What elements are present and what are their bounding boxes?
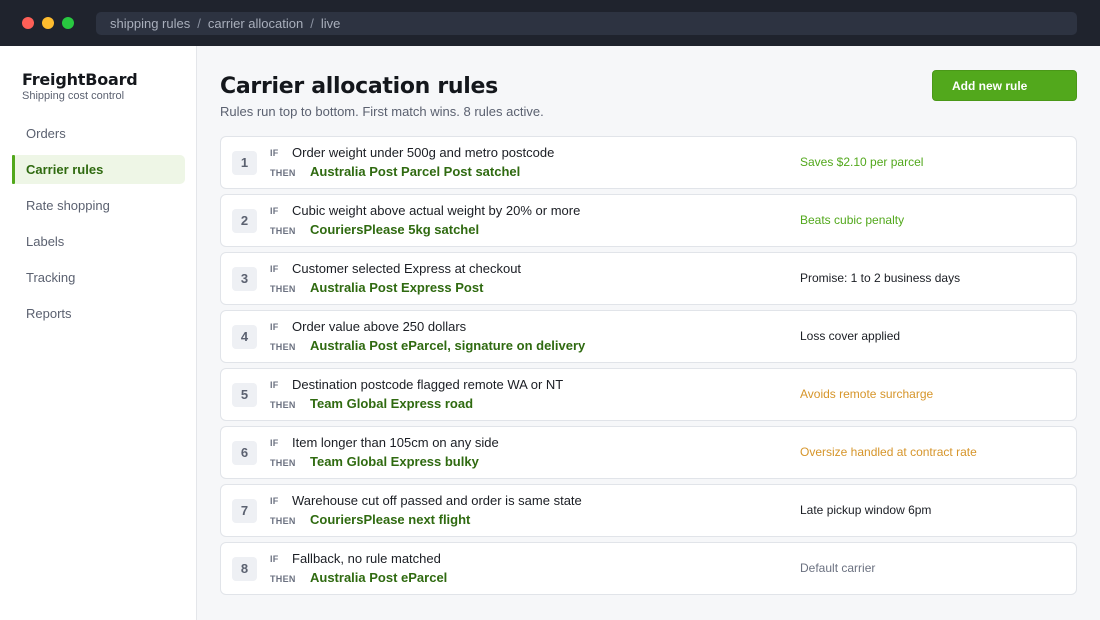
rule-row-1[interactable]: 1 IF Order weight under 500g and metro p… — [220, 136, 1077, 189]
if-keyword: IF — [270, 206, 279, 216]
rule-note: Beats cubic penalty — [800, 213, 905, 227]
breadcrumb-separator: / — [310, 16, 314, 31]
then-keyword: THEN — [270, 284, 296, 294]
rule-row-7[interactable]: 7 IF Warehouse cut off passed and order … — [220, 484, 1077, 537]
rule-note: Loss cover applied — [800, 329, 901, 343]
rule-carrier: Australia Post eParcel — [310, 570, 448, 585]
rule-note: Avoids remote surcharge — [800, 387, 934, 401]
rule-carrier: Team Global Express bulky — [310, 454, 479, 469]
then-keyword: THEN — [270, 458, 296, 468]
rule-condition: Order weight under 500g and metro postco… — [292, 145, 555, 160]
maximize-window-button[interactable] — [62, 17, 74, 29]
rule-condition: Fallback, no rule matched — [292, 551, 441, 566]
sidebar-item-tracking[interactable]: Tracking — [12, 263, 185, 292]
rule-carrier: CouriersPlease next flight — [310, 512, 471, 527]
rule-number[interactable]: 1 — [232, 151, 257, 175]
rules-list: 1 IF Order weight under 500g and metro p… — [220, 136, 1077, 600]
breadcrumb-separator: / — [197, 16, 201, 31]
sidebar: FreightBoard Shipping cost control Order… — [0, 46, 197, 620]
then-keyword: THEN — [270, 516, 296, 526]
rule-number[interactable]: 6 — [232, 441, 257, 465]
page-title: Carrier allocation rules — [220, 74, 498, 99]
if-keyword: IF — [270, 148, 279, 158]
rule-carrier: Australia Post eParcel, signature on del… — [310, 338, 586, 353]
page-subtitle: Rules run top to bottom. First match win… — [220, 104, 544, 119]
main-content: Carrier allocation rules Rules run top t… — [197, 46, 1100, 620]
rule-number[interactable]: 5 — [232, 383, 257, 407]
if-keyword: IF — [270, 322, 279, 332]
if-keyword: IF — [270, 438, 279, 448]
rule-carrier: Australia Post Express Post — [310, 280, 484, 295]
rule-condition: Item longer than 105cm on any side — [292, 435, 499, 450]
if-keyword: IF — [270, 554, 279, 564]
rule-note: Oversize handled at contract rate — [800, 445, 977, 459]
then-keyword: THEN — [270, 342, 296, 352]
then-keyword: THEN — [270, 226, 296, 236]
sidebar-item-carrier-rules[interactable]: Carrier rules — [12, 155, 185, 184]
breadcrumb-live[interactable]: live — [321, 16, 341, 31]
brand-name: FreightBoard — [22, 70, 138, 89]
rule-condition: Order value above 250 dollars — [292, 319, 467, 334]
then-keyword: THEN — [270, 168, 296, 178]
rule-note: Saves $2.10 per parcel — [800, 155, 924, 169]
then-keyword: THEN — [270, 574, 296, 584]
rule-note: Late pickup window 6pm — [800, 503, 932, 517]
then-keyword: THEN — [270, 400, 296, 410]
breadcrumb-shipping-rules[interactable]: shipping rules — [110, 16, 190, 31]
rule-row-3[interactable]: 3 IF Customer selected Express at checko… — [220, 252, 1077, 305]
if-keyword: IF — [270, 264, 279, 274]
rule-row-2[interactable]: 2 IF Cubic weight above actual weight by… — [220, 194, 1077, 247]
rule-number[interactable]: 8 — [232, 557, 257, 581]
rule-note: Promise: 1 to 2 business days — [800, 271, 961, 285]
rule-number[interactable]: 3 — [232, 267, 257, 291]
add-new-rule-button[interactable]: Add new rule — [932, 70, 1077, 101]
rule-condition: Cubic weight above actual weight by 20% … — [292, 203, 581, 218]
close-window-button[interactable] — [22, 17, 34, 29]
rule-number[interactable]: 4 — [232, 325, 257, 349]
rule-carrier: Team Global Express road — [310, 396, 474, 411]
rule-number[interactable]: 2 — [232, 209, 257, 233]
rule-condition: Warehouse cut off passed and order is sa… — [292, 493, 582, 508]
rule-number[interactable]: 7 — [232, 499, 257, 523]
sidebar-item-reports[interactable]: Reports — [12, 299, 185, 328]
breadcrumb-carrier-allocation[interactable]: carrier allocation — [208, 16, 303, 31]
rule-row-5[interactable]: 5 IF Destination postcode flagged remote… — [220, 368, 1077, 421]
sidebar-item-orders[interactable]: Orders — [12, 119, 185, 148]
minimize-window-button[interactable] — [42, 17, 54, 29]
address-bar[interactable]: shipping rules / carrier allocation / live — [96, 12, 1077, 35]
title-bar: shipping rules / carrier allocation / live — [0, 0, 1100, 46]
if-keyword: IF — [270, 380, 279, 390]
sidebar-item-labels[interactable]: Labels — [12, 227, 185, 256]
sidebar-nav: Orders Carrier rules Rate shopping Label… — [12, 119, 185, 335]
brand-tagline: Shipping cost control — [22, 90, 125, 102]
rule-row-8[interactable]: 8 IF Fallback, no rule matched THEN Aust… — [220, 542, 1077, 595]
rule-row-4[interactable]: 4 IF Order value above 250 dollars THEN … — [220, 310, 1077, 363]
rule-condition: Customer selected Express at checkout — [292, 261, 522, 276]
rule-row-6[interactable]: 6 IF Item longer than 105cm on any side … — [220, 426, 1077, 479]
if-keyword: IF — [270, 496, 279, 506]
rule-condition: Destination postcode flagged remote WA o… — [292, 377, 564, 392]
rule-carrier: Australia Post Parcel Post satchel — [310, 164, 521, 179]
sidebar-item-rate-shopping[interactable]: Rate shopping — [12, 191, 185, 220]
rule-carrier: CouriersPlease 5kg satchel — [310, 222, 480, 237]
rule-note: Default carrier — [800, 561, 876, 575]
